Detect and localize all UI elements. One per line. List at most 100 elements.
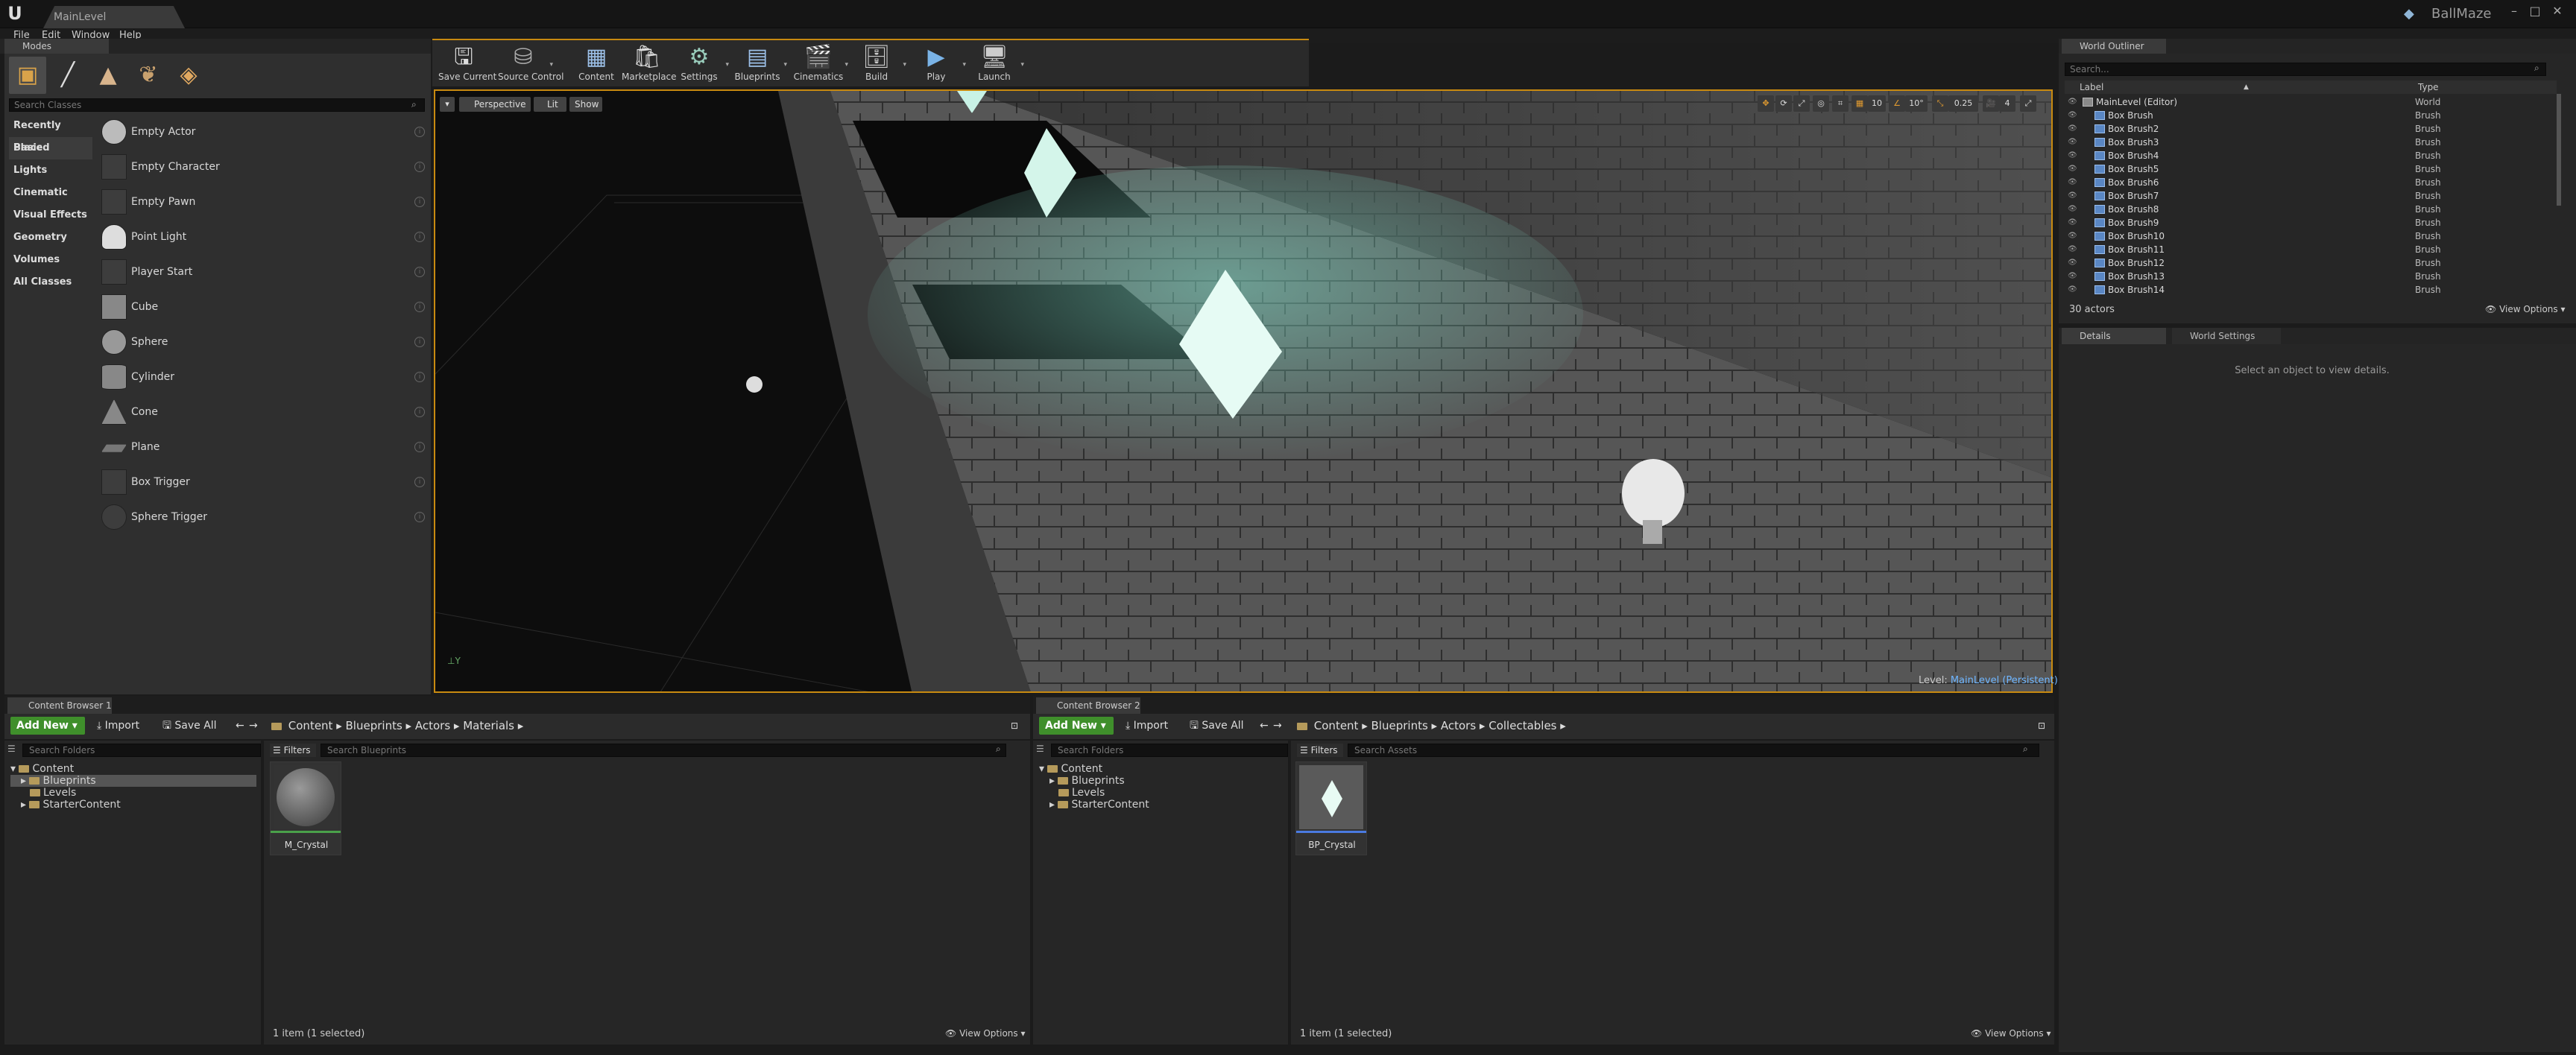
table-row[interactable]: 👁 Box Brush3 Brush: [2065, 136, 2557, 149]
tab-world-outliner[interactable]: World Outliner: [2062, 39, 2166, 54]
viewport-options-button[interactable]: ▾: [440, 97, 455, 112]
breadcrumb-actors[interactable]: Actors: [415, 719, 450, 732]
search-assets-input[interactable]: Search Assets: [1348, 744, 2039, 757]
table-row[interactable]: 👁 Box Brush13 Brush: [2065, 270, 2557, 283]
info-icon[interactable]: i: [414, 267, 425, 277]
tab-world-settings[interactable]: World Settings: [2172, 328, 2281, 344]
build-button[interactable]: 🗄 Build ▾: [851, 43, 906, 85]
geometry-mode-icon[interactable]: ◈: [170, 57, 207, 94]
breadcrumb-actors[interactable]: Actors: [1441, 719, 1476, 732]
list-item[interactable]: Sphere Trigger i: [97, 500, 429, 535]
paint-mode-icon[interactable]: ╱: [49, 57, 86, 94]
chevron-down-icon[interactable]: ▾: [549, 61, 553, 69]
rotate-icon[interactable]: ⟳: [1775, 95, 1792, 112]
import-button[interactable]: ⤓ Import: [1126, 717, 1168, 735]
tree-options-icon[interactable]: ☰: [7, 744, 16, 754]
scale-snap-value[interactable]: 0.25: [1948, 95, 1978, 112]
view-options-button[interactable]: 👁 View Options ▾: [1971, 1028, 2051, 1039]
lock-icon[interactable]: ⊡: [1011, 717, 1018, 735]
search-folders-input[interactable]: Search Folders: [22, 744, 261, 757]
place-mode-icon[interactable]: ▣: [9, 57, 46, 94]
content-button[interactable]: ▦ Content: [571, 43, 622, 85]
chevron-down-icon[interactable]: ▾: [845, 61, 848, 69]
category-all-classes[interactable]: All Classes: [9, 271, 92, 294]
table-row[interactable]: 👁 Box Brush5 Brush: [2065, 162, 2557, 176]
visibility-eye-icon[interactable]: 👁: [2068, 203, 2077, 216]
asset-tile[interactable]: M_Crystal: [270, 761, 341, 855]
tree-item-startercontent[interactable]: ▸ StarterContent: [10, 799, 256, 811]
level-viewport[interactable]: [434, 89, 2053, 693]
close-button[interactable]: ✕: [2549, 3, 2566, 19]
show-button[interactable]: Show: [569, 97, 602, 112]
visibility-eye-icon[interactable]: 👁: [2068, 95, 2077, 109]
category-visual-effects[interactable]: Visual Effects: [9, 204, 92, 226]
camera-speed-value[interactable]: 4: [1999, 95, 2015, 112]
rotation-snap-value[interactable]: 10°: [1905, 95, 1928, 112]
visibility-eye-icon[interactable]: 👁: [2068, 283, 2077, 297]
save-all-button[interactable]: 🖫 Save All: [1190, 717, 1244, 735]
rotation-snap-icon[interactable]: ∠: [1889, 95, 1905, 112]
chevron-down-icon[interactable]: ▾: [725, 61, 729, 69]
add-new-button[interactable]: Add New ▾: [10, 717, 85, 735]
grid-snap-icon[interactable]: ▦: [1852, 95, 1868, 112]
table-row[interactable]: 👁 Box Brush7 Brush: [2065, 189, 2557, 203]
table-row[interactable]: 👁 Box Brush12 Brush: [2065, 256, 2557, 270]
list-item[interactable]: Empty Actor i: [97, 115, 429, 150]
breadcrumb-blueprints[interactable]: Blueprints: [1371, 719, 1428, 732]
table-row[interactable]: 👁 Box Brush Brush: [2065, 109, 2557, 122]
save-current-button[interactable]: 🖫 Save Current: [438, 43, 496, 85]
outliner-view-options[interactable]: 👁 View Options ▾: [2485, 304, 2566, 314]
tree-item-content[interactable]: ▾ Content: [10, 763, 256, 775]
category-cinematic[interactable]: Cinematic: [9, 182, 92, 204]
tab-content-browser-1[interactable]: Content Browser 1: [7, 697, 112, 714]
column-label[interactable]: Label: [2080, 80, 2103, 94]
list-item[interactable]: Plane i: [97, 430, 429, 465]
info-icon[interactable]: i: [414, 232, 425, 242]
breadcrumb-content[interactable]: Content: [288, 719, 333, 732]
save-all-button[interactable]: 🖫 Save All: [162, 717, 217, 735]
tree-item-startercontent[interactable]: ▸ StarterContent: [1039, 799, 1149, 811]
info-icon[interactable]: i: [414, 442, 425, 452]
list-item[interactable]: Point Light i: [97, 220, 429, 255]
add-new-button[interactable]: Add New ▾: [1039, 717, 1114, 735]
info-icon[interactable]: i: [414, 407, 425, 417]
info-icon[interactable]: i: [414, 477, 425, 487]
minimize-button[interactable]: –: [2506, 3, 2522, 19]
list-item[interactable]: Empty Pawn i: [97, 185, 429, 220]
info-icon[interactable]: i: [414, 162, 425, 172]
marketplace-button[interactable]: 🛍 Marketplace: [622, 43, 677, 85]
scale-snap-icon[interactable]: ⤡: [1932, 95, 1948, 112]
visibility-eye-icon[interactable]: 👁: [2068, 229, 2077, 243]
view-options-button[interactable]: 👁 View Options ▾: [945, 1028, 1026, 1039]
surface-snap-icon[interactable]: ⌗: [1832, 95, 1849, 112]
table-row[interactable]: 👁 Box Brush9 Brush: [2065, 216, 2557, 229]
history-forward-button[interactable]: →: [249, 717, 258, 735]
history-forward-button[interactable]: →: [1273, 717, 1282, 735]
category-lights[interactable]: Lights: [9, 159, 92, 182]
foliage-mode-icon[interactable]: ❦: [130, 57, 167, 94]
tree-item-levels[interactable]: Levels: [10, 787, 256, 799]
tab-content-browser-2[interactable]: Content Browser 2: [1036, 697, 1140, 714]
visibility-eye-icon[interactable]: 👁: [2068, 122, 2077, 136]
breadcrumb-content[interactable]: Content: [1314, 719, 1359, 732]
info-icon[interactable]: i: [414, 302, 425, 312]
column-type[interactable]: Type: [2418, 80, 2439, 94]
visibility-eye-icon[interactable]: 👁: [2068, 270, 2077, 283]
info-icon[interactable]: i: [414, 197, 425, 207]
visibility-eye-icon[interactable]: 👁: [2068, 136, 2077, 149]
outliner-scrollbar[interactable]: [2557, 94, 2561, 206]
tree-options-icon[interactable]: ☰: [1036, 744, 1044, 754]
chevron-down-icon[interactable]: ▾: [1020, 61, 1024, 69]
maximize-viewport-icon[interactable]: ⤢: [2020, 95, 2036, 112]
scale-icon[interactable]: ⤢: [1793, 95, 1810, 112]
table-row[interactable]: 👁 Box Brush11 Brush: [2065, 243, 2557, 256]
category-basic[interactable]: Basic: [9, 137, 92, 159]
search-assets-input[interactable]: Search Blueprints: [321, 744, 1006, 757]
play-button[interactable]: ▶ Play ▾: [911, 43, 966, 85]
grid-snap-value[interactable]: 10: [1868, 95, 1886, 112]
info-icon[interactable]: i: [414, 372, 425, 382]
history-back-button[interactable]: ←: [1260, 717, 1269, 735]
translate-icon[interactable]: ✥: [1758, 95, 1774, 112]
breadcrumb-materials[interactable]: Materials: [463, 719, 514, 732]
visibility-eye-icon[interactable]: 👁: [2068, 189, 2077, 203]
